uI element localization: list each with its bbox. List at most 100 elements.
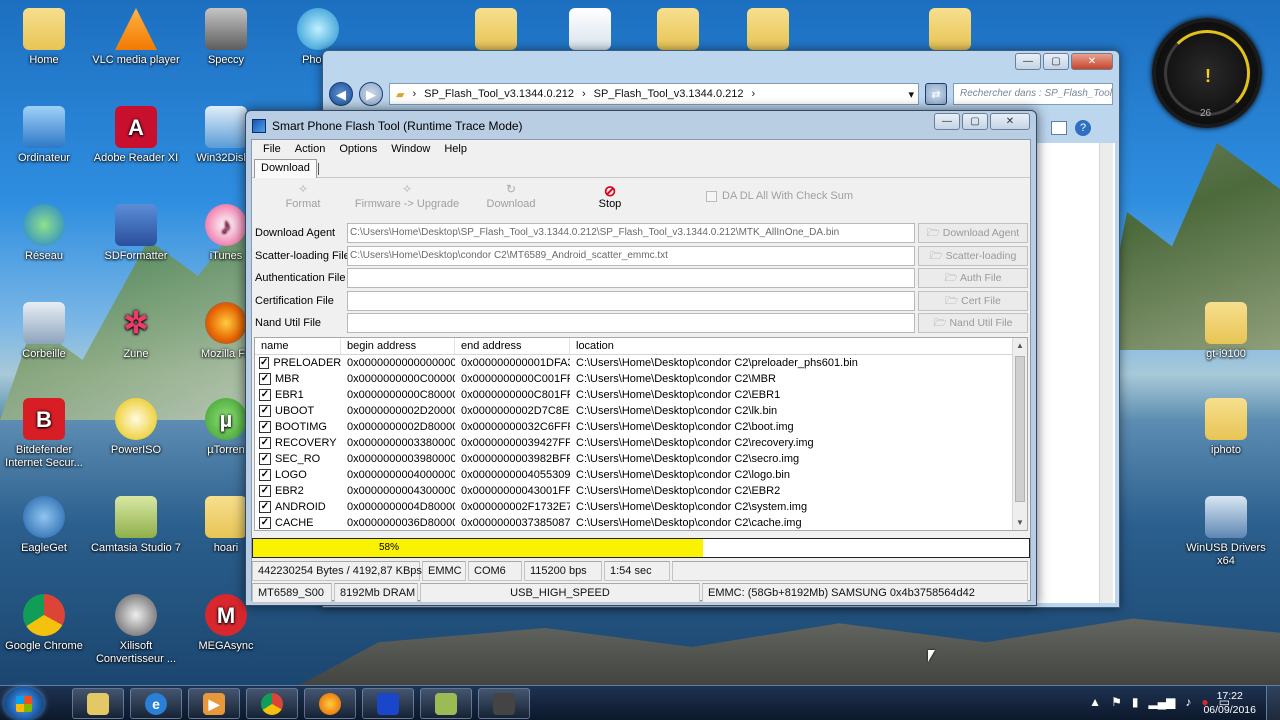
- chevron-down-icon[interactable]: ▾: [908, 88, 914, 101]
- maximize-button[interactable]: ▢: [962, 113, 988, 130]
- partition-checkbox[interactable]: ✓: [259, 501, 271, 513]
- desktop-icon-home[interactable]: Home: [0, 8, 92, 67]
- desktop-icon-recycle-bin[interactable]: Corbeille: [0, 302, 92, 361]
- file-list-area[interactable]: [1035, 143, 1115, 603]
- partition-table[interactable]: name begin address end address location …: [254, 337, 1028, 531]
- desktop-doc-1[interactable]: [542, 8, 638, 54]
- taskbar-camtasia[interactable]: [420, 688, 472, 719]
- menu-action[interactable]: Action: [288, 143, 333, 155]
- taskbar-ie[interactable]: e: [130, 688, 182, 719]
- desktop-icon-eagleget[interactable]: EagleGet: [0, 496, 92, 555]
- desktop-icon-camtasia[interactable]: Camtasia Studio 7: [88, 496, 184, 555]
- help-icon[interactable]: ?: [1075, 120, 1091, 136]
- partition-checkbox[interactable]: ✓: [259, 517, 271, 529]
- table-row[interactable]: ✓ UBOOT 0x0000000002D20000 0x0000000002D7C8…: [255, 403, 1027, 419]
- scatter-loading-button[interactable]: 🗁 Scatter-loading: [918, 245, 1028, 266]
- desktop-icon-winusb-drivers[interactable]: WinUSB Drivers x64: [1178, 496, 1274, 568]
- column-header-name[interactable]: name: [255, 338, 341, 354]
- table-row[interactable]: ✓ RECOVERY 0x0000000003380000 0x00000000039…: [255, 435, 1027, 451]
- download-agent-button[interactable]: 🗁 Download Agent: [918, 223, 1028, 244]
- cert-file-field[interactable]: [347, 290, 915, 311]
- partition-checkbox[interactable]: ✓: [259, 357, 270, 369]
- back-button[interactable]: ◀: [329, 82, 353, 106]
- partition-checkbox[interactable]: ✓: [259, 485, 271, 497]
- auth-file-field[interactable]: [347, 268, 915, 289]
- preview-pane-icon[interactable]: [1051, 121, 1067, 135]
- arrow-up-icon[interactable]: ▲: [1089, 695, 1101, 709]
- taskbar-firefox[interactable]: [304, 688, 356, 719]
- desktop-icon-vlc[interactable]: VLC media player: [88, 8, 184, 67]
- network-signal-icon[interactable]: ▂▄▆: [1148, 695, 1175, 709]
- taskbar-media[interactable]: ▶: [188, 688, 240, 719]
- partition-checkbox[interactable]: ✓: [259, 453, 271, 465]
- menu-options[interactable]: Options: [332, 143, 384, 155]
- desktop-icon-chrome[interactable]: Google Chrome: [0, 594, 92, 653]
- address-bar[interactable]: ▰ › SP_Flash_Tool_v3.1344.0.212 › SP_Fla…: [389, 83, 919, 105]
- table-row[interactable]: ✓ SEC_RO 0x0000000003980000 0x0000000003982…: [255, 451, 1027, 467]
- firmware-upgrade-button[interactable]: ✧ Firmware -> Upgrade: [352, 182, 462, 210]
- partition-checkbox[interactable]: ✓: [259, 421, 271, 433]
- desktop-icon-network[interactable]: Réseau: [0, 204, 92, 263]
- desktop-icon-computer[interactable]: Ordinateur: [0, 106, 92, 165]
- table-scrollbar[interactable]: ▲ ▼: [1012, 338, 1027, 530]
- flash-tool-window[interactable]: Smart Phone Flash Tool (Runtime Trace Mo…: [245, 110, 1037, 606]
- maximize-button[interactable]: ▢: [1043, 53, 1069, 70]
- table-row[interactable]: ✓ BOOTIMG 0x0000000002D80000 0x00000000032C…: [255, 419, 1027, 435]
- scrollbar-thumb[interactable]: [1015, 356, 1025, 502]
- menu-help[interactable]: Help: [437, 143, 474, 155]
- tab-download[interactable]: Download: [254, 159, 319, 178]
- download-button[interactable]: ↻ Download: [462, 182, 560, 210]
- table-row[interactable]: ✓ EBR1 0x0000000000C80000 0x0000000000C801F…: [255, 387, 1027, 403]
- battery-icon[interactable]: ▮: [1132, 695, 1139, 709]
- taskbar-flash-tool[interactable]: [362, 688, 414, 719]
- taskbar-chrome[interactable]: [246, 688, 298, 719]
- checkbox[interactable]: [706, 190, 717, 202]
- desktop-folder-1[interactable]: [448, 8, 544, 54]
- search-input[interactable]: Rechercher dans : SP_Flash_Tool_v3.13...: [953, 83, 1113, 105]
- scrollbar[interactable]: [1099, 143, 1113, 603]
- desktop-icon-iphoto[interactable]: iphoto: [1178, 398, 1274, 457]
- volume-icon[interactable]: ♪: [1185, 695, 1191, 709]
- close-button[interactable]: ✕: [1071, 53, 1113, 70]
- show-desktop-button[interactable]: [1266, 686, 1280, 720]
- partition-checkbox[interactable]: ✓: [259, 437, 271, 449]
- partition-checkbox[interactable]: ✓: [259, 373, 271, 385]
- desktop-icon-adobe-reader[interactable]: A Adobe Reader XI: [88, 106, 184, 165]
- desktop-folder-4[interactable]: [902, 8, 998, 54]
- column-header-location[interactable]: location: [570, 338, 1014, 354]
- taskbar-explorer[interactable]: [72, 688, 124, 719]
- format-button[interactable]: ✧ Format: [254, 182, 352, 210]
- partition-checkbox[interactable]: ✓: [259, 405, 271, 417]
- stop-button[interactable]: ⊘ Stop: [560, 182, 660, 210]
- scatter-file-field[interactable]: C:\Users\Home\Desktop\condor C2\MT6589_A…: [347, 245, 915, 266]
- table-row[interactable]: ✓ MBR 0x0000000000C00000 0x0000000000C001FF…: [255, 371, 1027, 387]
- desktop-icon-gt-i9100[interactable]: gt-i9100: [1178, 302, 1274, 361]
- nand-util-file-button[interactable]: 🗁 Nand Util File: [918, 313, 1028, 334]
- table-row[interactable]: ✓ CACHE 0x0000000036D80000 0x00000000373850…: [255, 515, 1027, 531]
- clock[interactable]: 17:22 06/09/2016: [1203, 689, 1256, 717]
- cpu-meter-gadget[interactable]: ! 26: [1152, 18, 1262, 128]
- minimize-button[interactable]: —: [934, 113, 960, 130]
- auth-file-button[interactable]: 🗁 Auth File: [918, 268, 1028, 289]
- desktop-icon-xilisoft[interactable]: Xilisoft Convertisseur ...: [88, 594, 184, 666]
- breadcrumb-item[interactable]: SP_Flash_Tool_v3.1344.0.212: [594, 88, 744, 100]
- start-button[interactable]: [4, 687, 44, 720]
- table-row[interactable]: ✓ EBR2 0x0000000004300000 0x00000000043001F…: [255, 483, 1027, 499]
- forward-button[interactable]: ▶: [359, 82, 383, 106]
- desktop-icon-poweriso[interactable]: PowerISO: [88, 398, 184, 457]
- partition-checkbox[interactable]: ✓: [259, 469, 271, 481]
- scroll-down-icon[interactable]: ▼: [1016, 518, 1024, 527]
- minimize-button[interactable]: —: [1015, 53, 1041, 70]
- da-dl-checksum-checkbox[interactable]: DA DL All With Check Sum: [706, 190, 853, 202]
- desktop-icon-speccy[interactable]: Speccy: [178, 8, 274, 67]
- nand-util-file-field[interactable]: [347, 313, 915, 334]
- partition-checkbox[interactable]: ✓: [259, 389, 271, 401]
- table-row[interactable]: ✓ LOGO 0x0000000004000000 0x000000000405530…: [255, 467, 1027, 483]
- scroll-up-icon[interactable]: ▲: [1016, 341, 1024, 350]
- menu-file[interactable]: File: [256, 143, 288, 155]
- menu-window[interactable]: Window: [384, 143, 437, 155]
- breadcrumb-item[interactable]: SP_Flash_Tool_v3.1344.0.212: [424, 88, 574, 100]
- close-button[interactable]: ✕: [990, 113, 1030, 130]
- desktop-icon-bitdefender[interactable]: B Bitdefender Internet Secur...: [0, 398, 92, 470]
- table-row[interactable]: ✓ PRELOADER 0x0000000000000000 0x0000000000…: [255, 355, 1027, 371]
